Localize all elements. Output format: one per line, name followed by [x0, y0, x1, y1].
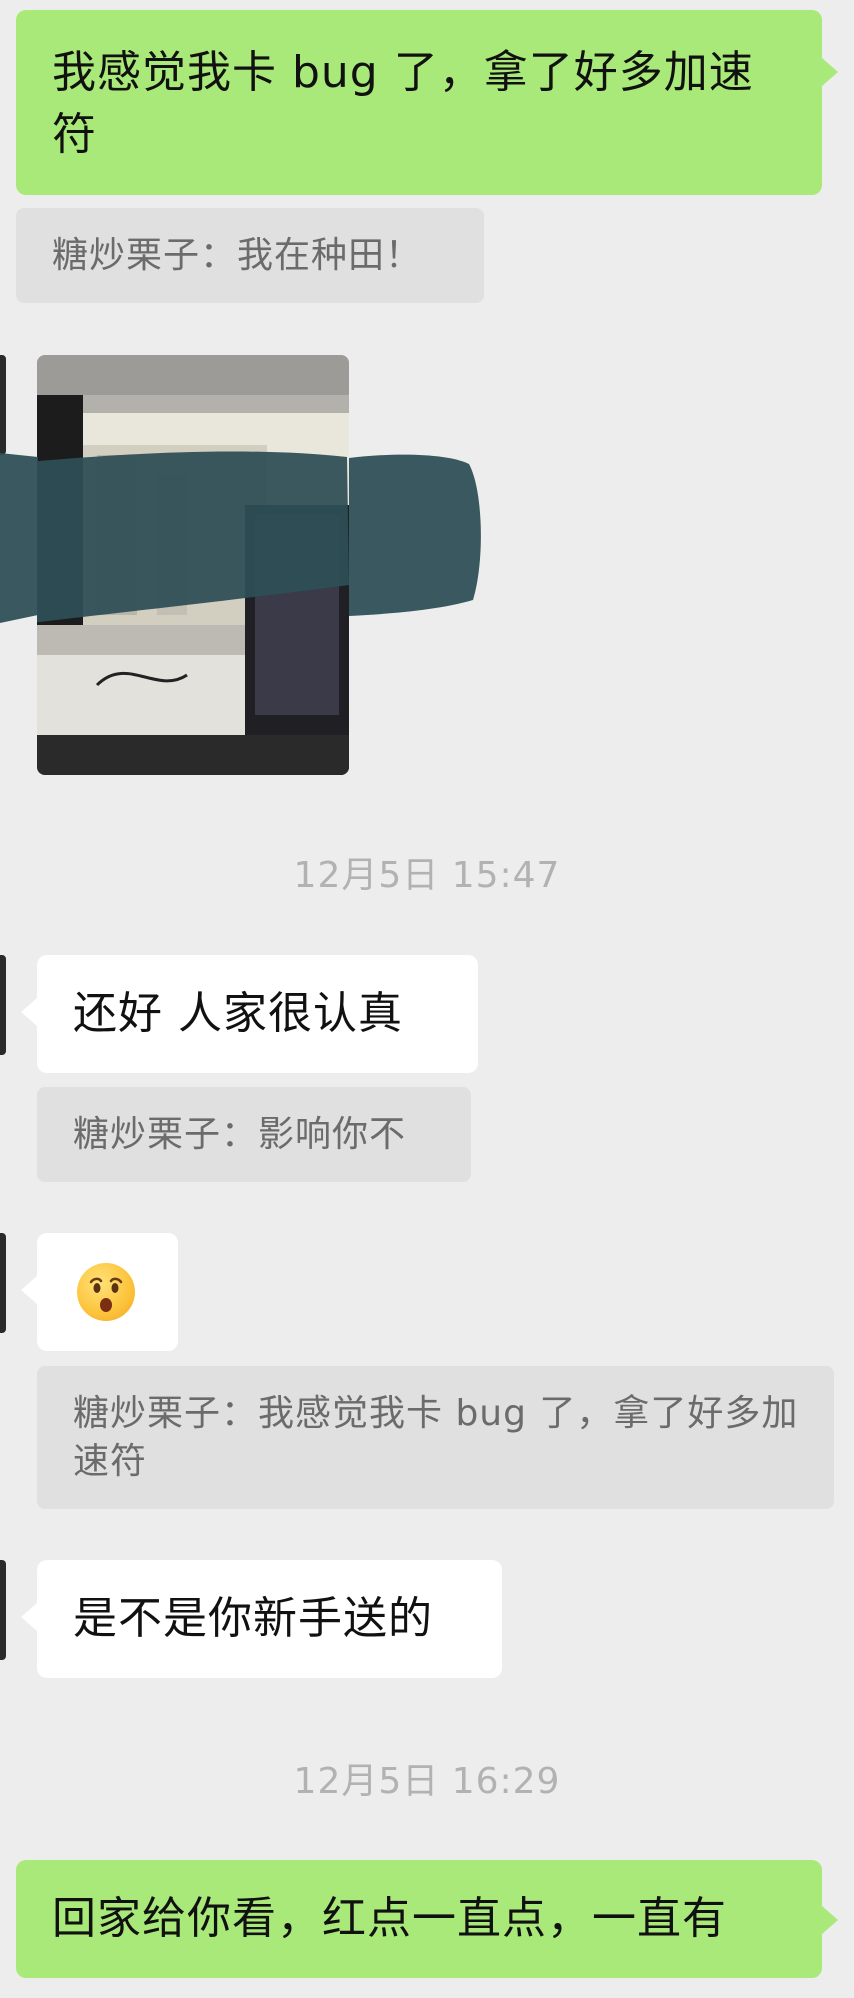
- sent-message-bubble[interactable]: 回家给你看，红点一直点，一直有: [16, 1860, 822, 1978]
- quoted-message[interactable]: 糖炒栗子：我在种田！: [16, 208, 484, 303]
- sent-message-bubble[interactable]: 我感觉我卡 bug 了，拿了好多加速符: [16, 10, 822, 195]
- sent-message-text: 回家给你看，红点一直点，一直有: [52, 1893, 727, 1944]
- avatar[interactable]: [0, 1233, 6, 1333]
- quoted-message[interactable]: 糖炒栗子：我感觉我卡 bug 了，拿了好多加速符: [37, 1366, 834, 1509]
- avatar[interactable]: [0, 355, 6, 455]
- quoted-message[interactable]: 糖炒栗子：影响你不: [37, 1087, 471, 1182]
- redaction-mark: [37, 451, 349, 623]
- sent-bubble-tail: [822, 1906, 838, 1934]
- avatar[interactable]: [0, 955, 6, 1055]
- sent-bubble-tail: [822, 58, 838, 86]
- timestamp: 12月5日 16:29: [293, 1761, 561, 1802]
- redaction-overflow: [0, 445, 38, 625]
- received-bubble-tail: [21, 1603, 37, 1631]
- photo-message[interactable]: [37, 355, 349, 775]
- timestamp: 12月5日 15:47: [293, 855, 561, 896]
- redaction-overflow-right: [349, 450, 485, 620]
- quoted-message-text: 糖炒栗子：影响你不: [73, 1114, 407, 1155]
- quoted-message-text: 糖炒栗子：我在种田！: [52, 235, 423, 276]
- received-message-bubble[interactable]: 还好 人家很认真: [37, 955, 478, 1073]
- received-message-text: 是不是你新手送的: [73, 1593, 433, 1644]
- received-emoji-bubble[interactable]: [37, 1233, 178, 1351]
- hushed-face-icon: [77, 1263, 135, 1321]
- received-message-bubble[interactable]: 是不是你新手送的: [37, 1560, 502, 1678]
- received-bubble-tail: [21, 1276, 37, 1304]
- avatar[interactable]: [0, 1560, 6, 1660]
- received-message-text: 还好 人家很认真: [73, 988, 403, 1039]
- sent-message-text: 我感觉我卡 bug 了，拿了好多加速符: [52, 47, 754, 160]
- quoted-message-text: 糖炒栗子：我感觉我卡 bug 了，拿了好多加速符: [73, 1393, 799, 1482]
- received-bubble-tail: [21, 998, 37, 1026]
